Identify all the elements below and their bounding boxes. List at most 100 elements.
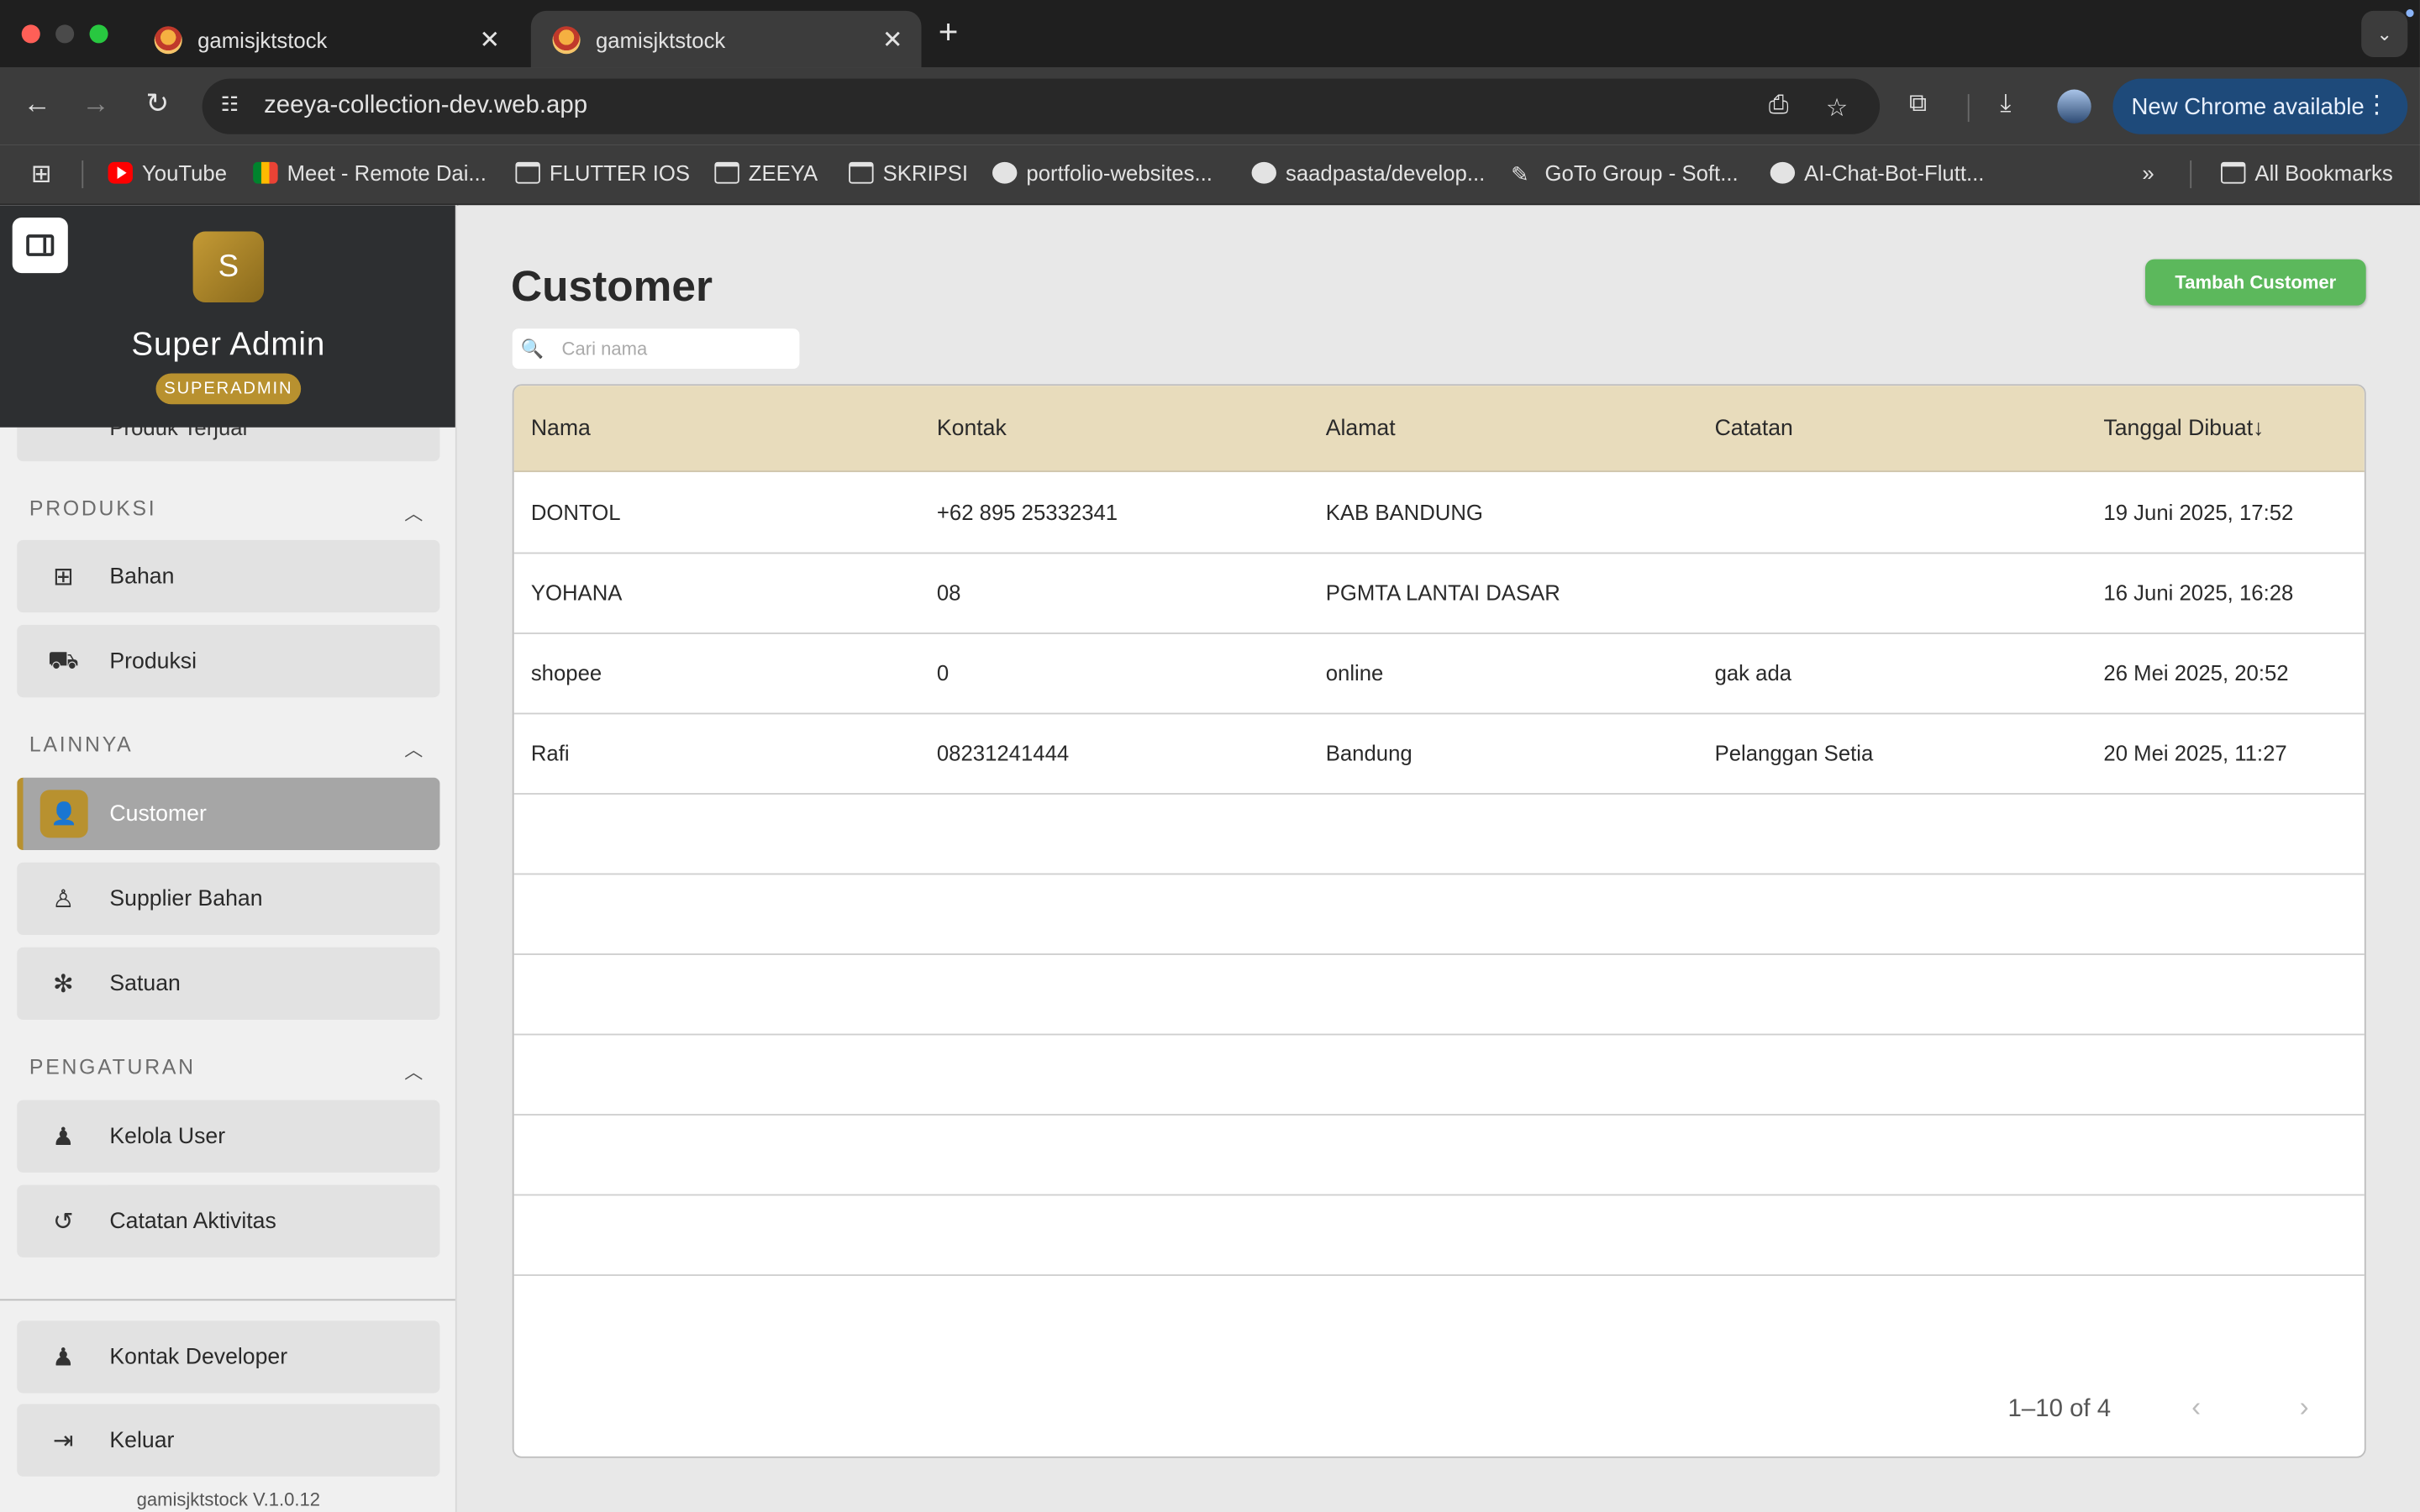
column-header-alamat[interactable]: Alamat	[1326, 417, 1396, 441]
sidebar-item-bahan[interactable]: ⊞ Bahan	[17, 539, 440, 613]
address-bar[interactable]: ☷ zeeya-collection-dev.web.app ⎙ ☆	[202, 78, 1881, 134]
sidebar-divider	[0, 1299, 455, 1301]
empty-row	[513, 1035, 2365, 1116]
column-header-label: Tanggal Dibuat	[2103, 416, 2254, 442]
section-label-produksi: PRODUKSI	[29, 496, 157, 520]
avatar: S	[192, 231, 265, 302]
table-header: Nama Kontak Alamat Catatan Tanggal Dibua…	[513, 386, 2365, 473]
chrome-update-button[interactable]: New Chrome available ⋮	[2112, 78, 2408, 134]
pagination-info: 1–10 of 4	[2007, 1396, 2112, 1423]
snowflake-icon: ✻	[52, 971, 74, 998]
close-window-button[interactable]	[21, 24, 40, 44]
table-row[interactable]: Rafi 08231241444 Bandung Pelanggan Setia…	[513, 714, 2365, 795]
bookmark-skripsi[interactable]: SKRIPSI	[849, 160, 968, 185]
bookmark-divider	[82, 160, 84, 189]
forward-button[interactable]: →	[77, 88, 114, 121]
column-header-catatan[interactable]: Catatan	[1715, 417, 1793, 441]
install-app-icon[interactable]: ⎙	[1769, 92, 1789, 120]
sidebar-item-customer[interactable]: 👤 Customer	[17, 777, 440, 851]
table-row[interactable]: YOHANA 08 PGMTA LANTAI DASAR 16 Juni 202…	[513, 554, 2365, 634]
sidebar-item-kontak-developer[interactable]: ♟ Kontak Developer	[17, 1320, 440, 1394]
new-tab-button[interactable]: +	[939, 13, 959, 53]
sidebar-item-label: Produksi	[109, 648, 197, 674]
bookmark-ai-chat-bot[interactable]: AI-Chat-Bot-Flutt...	[1770, 160, 1984, 185]
table-row[interactable]: shopee 0 online gak ada 26 Mei 2025, 20:…	[513, 634, 2365, 715]
person-icon: ♙	[52, 886, 75, 913]
reload-button[interactable]: ↻	[139, 88, 176, 121]
bookmark-star-icon[interactable]: ☆	[1826, 92, 1848, 123]
bookmark-youtube[interactable]: YouTube	[108, 160, 227, 185]
chevron-up-icon[interactable]: ︿	[404, 500, 423, 526]
cell-tanggal: 19 Juni 2025, 17:52	[2103, 500, 2294, 525]
browser-tab-bar: gamisjktstock ✕ gamisjktstock ✕ + ⌄	[0, 0, 2420, 68]
next-page-button[interactable]: ›	[2300, 1392, 2309, 1425]
bookmark-portfolio[interactable]: portfolio-websites...	[992, 160, 1213, 185]
add-customer-button[interactable]: Tambah Customer	[2145, 259, 2366, 306]
more-bookmarks-icon[interactable]: »	[2142, 160, 2154, 185]
previous-page-button[interactable]: ‹	[2191, 1392, 2201, 1425]
empty-row	[513, 874, 2365, 955]
close-tab-icon[interactable]: ✕	[882, 24, 903, 55]
profile-avatar[interactable]	[2057, 89, 2091, 123]
cell-tanggal: 26 Mei 2025, 20:52	[2103, 660, 2289, 685]
chevron-up-icon[interactable]: ︿	[404, 736, 423, 762]
bookmark-label: YouTube	[141, 160, 228, 186]
tab-search-button[interactable]: ⌄	[2361, 10, 2408, 57]
section-label-pengaturan: PENGATURAN	[29, 1055, 196, 1079]
more-menu-icon[interactable]: ⋮	[2365, 90, 2389, 121]
search-input[interactable]	[561, 338, 794, 360]
sidebar-item-produksi[interactable]: ⛟ Produksi	[17, 624, 440, 698]
column-header-kontak[interactable]: Kontak	[937, 417, 1007, 441]
empty-row	[513, 1195, 2365, 1276]
sidebar-toggle-icon	[26, 234, 55, 256]
sidebar-header: S Super Admin SUPERADMIN	[0, 205, 455, 428]
cell-nama: YOHANA	[530, 580, 623, 605]
tab-title: gamisjktstock	[197, 27, 328, 52]
table-row[interactable]: DONTOL +62 895 25332341 KAB BANDUNG 19 J…	[513, 474, 2365, 554]
extensions-icon[interactable]: ⧉	[1909, 91, 1927, 118]
bookmark-label: saadpasta/develop...	[1285, 160, 1486, 186]
browser-tab-active[interactable]: gamisjktstock ✕	[530, 10, 922, 68]
cell-tanggal: 16 Juni 2025, 16:28	[2103, 580, 2294, 605]
site-favicon-icon	[552, 25, 581, 54]
column-header-tanggal[interactable]: Tanggal Dibuat↓	[2103, 417, 2264, 441]
back-button[interactable]: ←	[18, 88, 55, 121]
browser-tab[interactable]: gamisjktstock ✕	[133, 11, 518, 68]
search-field[interactable]: 🔍	[512, 328, 800, 369]
all-bookmarks[interactable]: All Bookmarks	[2221, 160, 2393, 185]
sidebar-item-kelola-user[interactable]: ♟ Kelola User	[17, 1100, 440, 1173]
sidebar-item-label: Satuan	[109, 971, 181, 996]
column-header-nama[interactable]: Nama	[531, 417, 591, 441]
sidebar-item-keluar[interactable]: ⇥ Keluar	[17, 1404, 440, 1477]
chevron-up-icon[interactable]: ︿	[404, 1058, 423, 1084]
site-info-icon[interactable]: ☷	[221, 92, 245, 117]
cell-nama: Rafi	[530, 740, 570, 766]
bookmark-saadpasta[interactable]: saadpasta/develop...	[1251, 160, 1486, 186]
github-icon	[1770, 161, 1796, 184]
history-icon: ↺	[52, 1209, 74, 1236]
maximize-window-button[interactable]	[89, 24, 108, 44]
sidebar-toggle-button[interactable]	[12, 217, 68, 274]
app-version: gamisjktstock V.1.0.12	[136, 1488, 321, 1511]
goto-icon: ✎	[1511, 161, 1529, 187]
bookmark-goto[interactable]: ✎ GoTo Group - Soft...	[1511, 160, 1739, 187]
user-name: Super Admin	[131, 327, 326, 363]
cell-kontak: 08231241444	[936, 740, 1070, 766]
bookmark-zeeya[interactable]: ZEEYA	[714, 160, 818, 185]
cell-nama: shopee	[530, 660, 602, 685]
sidebar-item-label: Kontak Developer	[109, 1344, 288, 1370]
sidebar-item-satuan[interactable]: ✻ Satuan	[17, 947, 440, 1021]
cell-alamat: PGMTA LANTAI DASAR	[1325, 580, 1560, 605]
apps-grid-icon[interactable]: ⊞	[31, 159, 52, 190]
close-tab-icon[interactable]: ✕	[479, 24, 500, 55]
cell-nama: DONTOL	[530, 500, 621, 525]
bookmark-meet[interactable]: Meet - Remote Dai...	[253, 160, 487, 185]
sidebar-item-supplier-bahan[interactable]: ♙ Supplier Bahan	[17, 862, 440, 936]
sidebar-item-catatan-aktivitas[interactable]: ↺ Catatan Aktivitas	[17, 1184, 440, 1257]
folder-icon	[515, 161, 540, 184]
downloads-icon[interactable]: ⤓	[2000, 91, 2011, 118]
bookmark-flutter-ios[interactable]: FLUTTER IOS	[515, 160, 690, 185]
update-label: New Chrome available	[2131, 93, 2365, 120]
minimize-window-button[interactable]	[55, 24, 75, 44]
section-label-lainnya: LAINNYA	[29, 732, 134, 756]
